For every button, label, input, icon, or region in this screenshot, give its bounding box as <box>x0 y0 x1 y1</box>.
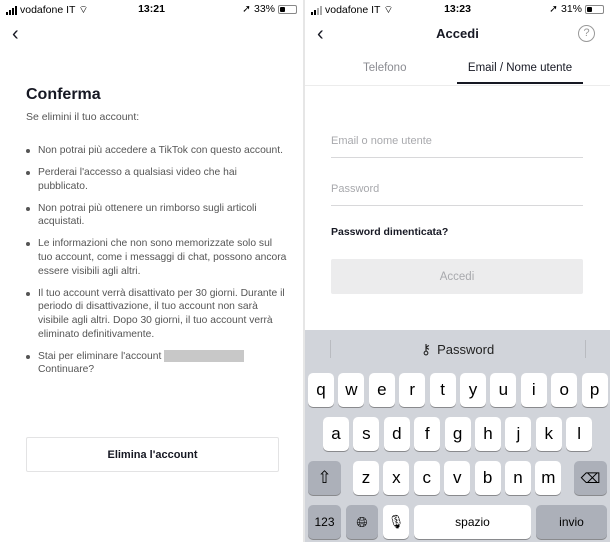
email-input[interactable]: Email o nome utente <box>331 135 583 158</box>
login-screen: vodafone IT ⌔ 13:23 ➚ 31% ‹ Accedi ? Telef… <box>305 0 610 542</box>
dictation-key[interactable]: 🎙︎ <box>383 505 409 539</box>
continue-text: Continuare? <box>38 364 95 376</box>
key-t[interactable]: t <box>429 373 456 407</box>
key-icon: ⚷ <box>420 340 432 357</box>
redacted-username <box>164 349 245 362</box>
list-item: Perderai l'accesso a qualsiasi video che… <box>26 166 288 193</box>
key-b[interactable]: b <box>474 461 501 495</box>
battery-percent: 33% <box>253 3 275 15</box>
key-r[interactable]: r <box>399 373 426 407</box>
list-item: Non potrai più accedere a TikTok con que… <box>26 144 288 158</box>
key-z[interactable]: z <box>353 461 379 495</box>
return-key[interactable]: invio <box>536 505 607 539</box>
location-icon: ➚ <box>549 3 558 15</box>
globe-key[interactable]: 🌐︎ <box>346 505 378 539</box>
forgot-password-link[interactable]: Password dimenticata? <box>331 226 448 238</box>
key-v[interactable]: v <box>444 461 471 495</box>
confirm-text: Stai per eliminare l'account <box>38 350 162 362</box>
key-l[interactable]: l <box>566 417 593 451</box>
battery-icon <box>585 4 604 14</box>
tab-phone[interactable]: Telefono <box>363 62 406 74</box>
key-s[interactable]: s <box>353 417 380 451</box>
password-suggestion[interactable]: ⚷ Password <box>305 330 610 368</box>
numbers-key[interactable]: 123 <box>308 505 341 539</box>
key-g[interactable]: g <box>444 417 471 451</box>
status-bar: vodafone IT ⌔ 13:21 ➚ 33% <box>0 0 303 18</box>
space-key[interactable]: spazio <box>414 505 531 539</box>
list-item: Le informazioni che non sono memorizzate… <box>26 237 288 278</box>
globe-icon: 🌐︎ <box>356 513 368 530</box>
key-x[interactable]: x <box>383 461 410 495</box>
key-o[interactable]: o <box>551 373 578 407</box>
tab-email-username[interactable]: Email / Nome utente <box>457 62 583 74</box>
backspace-key[interactable]: ⌫ <box>574 461 607 495</box>
suggestion-label: Password <box>437 341 495 357</box>
key-d[interactable]: d <box>383 417 410 451</box>
active-tab-indicator <box>457 82 583 84</box>
location-icon: ➚ <box>242 3 251 15</box>
list-item: Non potrai più ottenere un rimborso sugl… <box>26 202 288 229</box>
key-h[interactable]: h <box>475 417 501 451</box>
consequence-list: Non potrai più accedere a TikTok con que… <box>26 144 288 385</box>
microphone-icon: 🎙︎ <box>387 514 405 529</box>
list-item: Stai per eliminare l'account Continuare? <box>26 349 288 377</box>
status-bar: vodafone IT ⌔ 13:23 ➚ 31% <box>305 0 610 18</box>
key-e[interactable]: e <box>368 373 395 407</box>
key-i[interactable]: i <box>520 373 547 407</box>
page-title: Conferma <box>26 86 101 103</box>
battery-percent: 31% <box>560 3 582 15</box>
keyboard: ⚷ Password q w e r t y u i o p a s d f g h j k l z x c v b n m ⇧ ⌫ 1… <box>305 330 610 542</box>
key-f[interactable]: f <box>414 417 441 451</box>
key-a[interactable]: a <box>323 417 349 451</box>
delete-account-button[interactable]: Elimina l'account <box>26 437 279 472</box>
list-item: Il tuo account verrà disattivato per 30 … <box>26 287 288 341</box>
key-u[interactable]: u <box>490 373 517 407</box>
key-y[interactable]: y <box>460 373 486 407</box>
chevron-left-icon: ‹ <box>12 23 19 45</box>
password-input[interactable]: Password <box>331 183 583 206</box>
delete-account-screen: vodafone IT ⌔ 13:21 ➚ 33% ‹ Conferma Se el… <box>0 0 303 542</box>
question-icon: ? <box>583 27 590 39</box>
battery-icon <box>278 4 297 14</box>
key-p[interactable]: p <box>581 373 608 407</box>
page-title: Accedi <box>436 26 479 41</box>
help-button[interactable]: ? <box>578 25 595 42</box>
key-c[interactable]: c <box>413 461 440 495</box>
backspace-icon: ⌫ <box>580 469 601 486</box>
key-n[interactable]: n <box>505 461 531 495</box>
shift-key[interactable]: ⇧ <box>308 461 341 495</box>
subtitle: Se elimini il tuo account: <box>26 111 140 123</box>
login-button[interactable]: Accedi <box>331 259 583 294</box>
back-button[interactable]: ‹ <box>12 24 19 44</box>
tab-divider <box>305 85 610 86</box>
divider <box>330 340 331 358</box>
key-m[interactable]: m <box>535 461 562 495</box>
key-k[interactable]: k <box>535 417 562 451</box>
key-w[interactable]: w <box>338 373 365 407</box>
divider <box>585 340 586 358</box>
key-q[interactable]: q <box>308 373 334 407</box>
key-j[interactable]: j <box>505 417 532 451</box>
shift-icon: ⇧ <box>317 468 332 487</box>
